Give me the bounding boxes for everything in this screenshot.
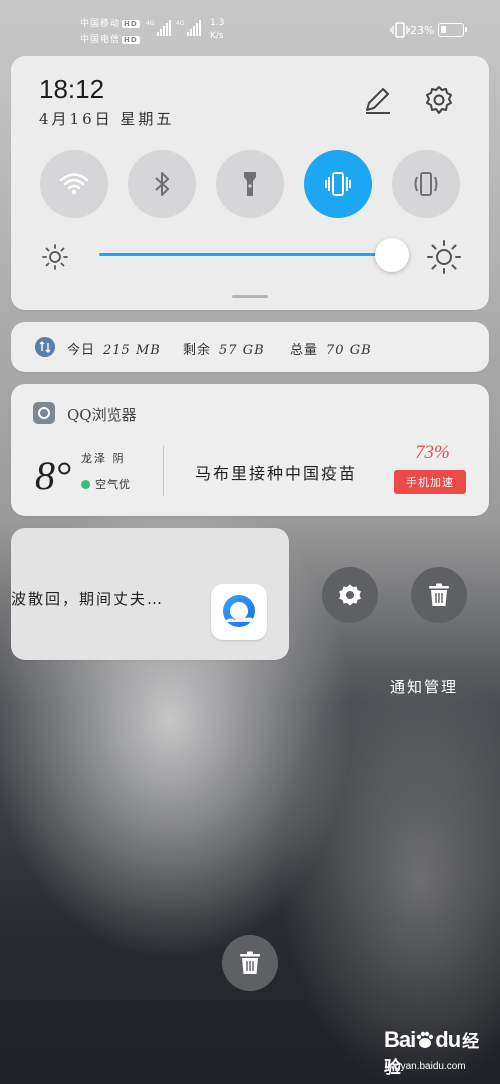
notification-settings-button[interactable] [322,567,378,623]
app-title: QQ浏览器 [67,406,137,424]
gear-icon [339,584,361,606]
panel-drag-handle[interactable] [232,295,268,298]
data-total: 总量 70 GB [290,343,372,358]
qq-browser-icon [33,402,55,424]
qq-browser-card[interactable]: QQ浏览器 8° 龙泽 阴 空气优 马布里接种中国疫苗 73% 手机加速 [11,384,489,516]
data-today: 今日 215 MB [67,343,161,358]
flashlight-icon [244,172,256,196]
boost-button[interactable]: 手机加速 [394,470,466,494]
signal-icon: 4G [176,20,202,36]
data-transfer-icon [35,337,55,357]
battery-icon [438,23,467,37]
clock[interactable]: 18:12 [39,74,104,105]
brightness-track[interactable] [99,253,399,256]
paw-icon [417,1031,434,1048]
rotate-phone-icon [414,172,438,196]
notification-text: 波散回，期间丈夫… [11,590,165,608]
settings-gear-icon[interactable] [423,84,455,116]
memory-percent: 73% [415,442,450,463]
tile-vibrate[interactable] [304,150,372,218]
tile-flashlight[interactable] [216,150,284,218]
status-bar: 中国移动 HD 中国电信 HD 4G 4G 1.3 K/s 23% [0,0,500,50]
notification-manage-link[interactable]: 通知管理 [390,676,458,697]
date[interactable]: 4月16日 星期五 [39,108,174,129]
carrier-2: 中国电信 HD [80,35,140,45]
tile-wifi[interactable] [40,150,108,218]
temperature: 8° [35,453,71,498]
trash-icon [429,583,449,606]
tile-bluetooth[interactable] [128,150,196,218]
carrier-1: 中国移动 HD [80,19,140,29]
bluetooth-icon [155,172,169,196]
signal-icon: 4G [146,20,172,36]
brightness-low-icon [42,244,68,270]
brightness-slider-handle[interactable] [374,238,409,272]
baidu-jingyan-watermark: Bai du 经验 jingyan.baidu.com [384,1027,494,1081]
qq-browser-app-icon [211,584,267,640]
air-quality-dot-icon [81,480,90,489]
notification-delete-button[interactable] [411,567,467,623]
notification-card[interactable]: 波散回，期间丈夫… [11,528,289,660]
net-speed: 1.3 K/s [210,18,225,41]
clear-all-button[interactable] [222,935,278,991]
vibrate-icon [325,172,351,196]
divider [163,446,164,496]
data-remaining: 剩余 57 GB [183,343,265,358]
weather-location: 龙泽 阴 [81,452,126,465]
vibrate-icon [390,22,410,38]
edit-icon[interactable] [361,84,393,116]
news-headline[interactable]: 马布里接种中国疫苗 [195,460,357,484]
data-usage-card[interactable]: 今日 215 MB 剩余 57 GB 总量 70 GB [11,322,489,372]
watermark-url: jingyan.baidu.com [385,1061,466,1072]
wifi-icon [59,173,89,195]
tile-auto-rotate[interactable] [392,150,460,218]
quick-settings-panel: 18:12 4月16日 星期五 [11,56,489,310]
battery-percent: 23% [410,24,435,37]
trash-icon [240,951,260,974]
air-quality: 空气优 [81,476,131,492]
brightness-high-icon [427,240,461,274]
